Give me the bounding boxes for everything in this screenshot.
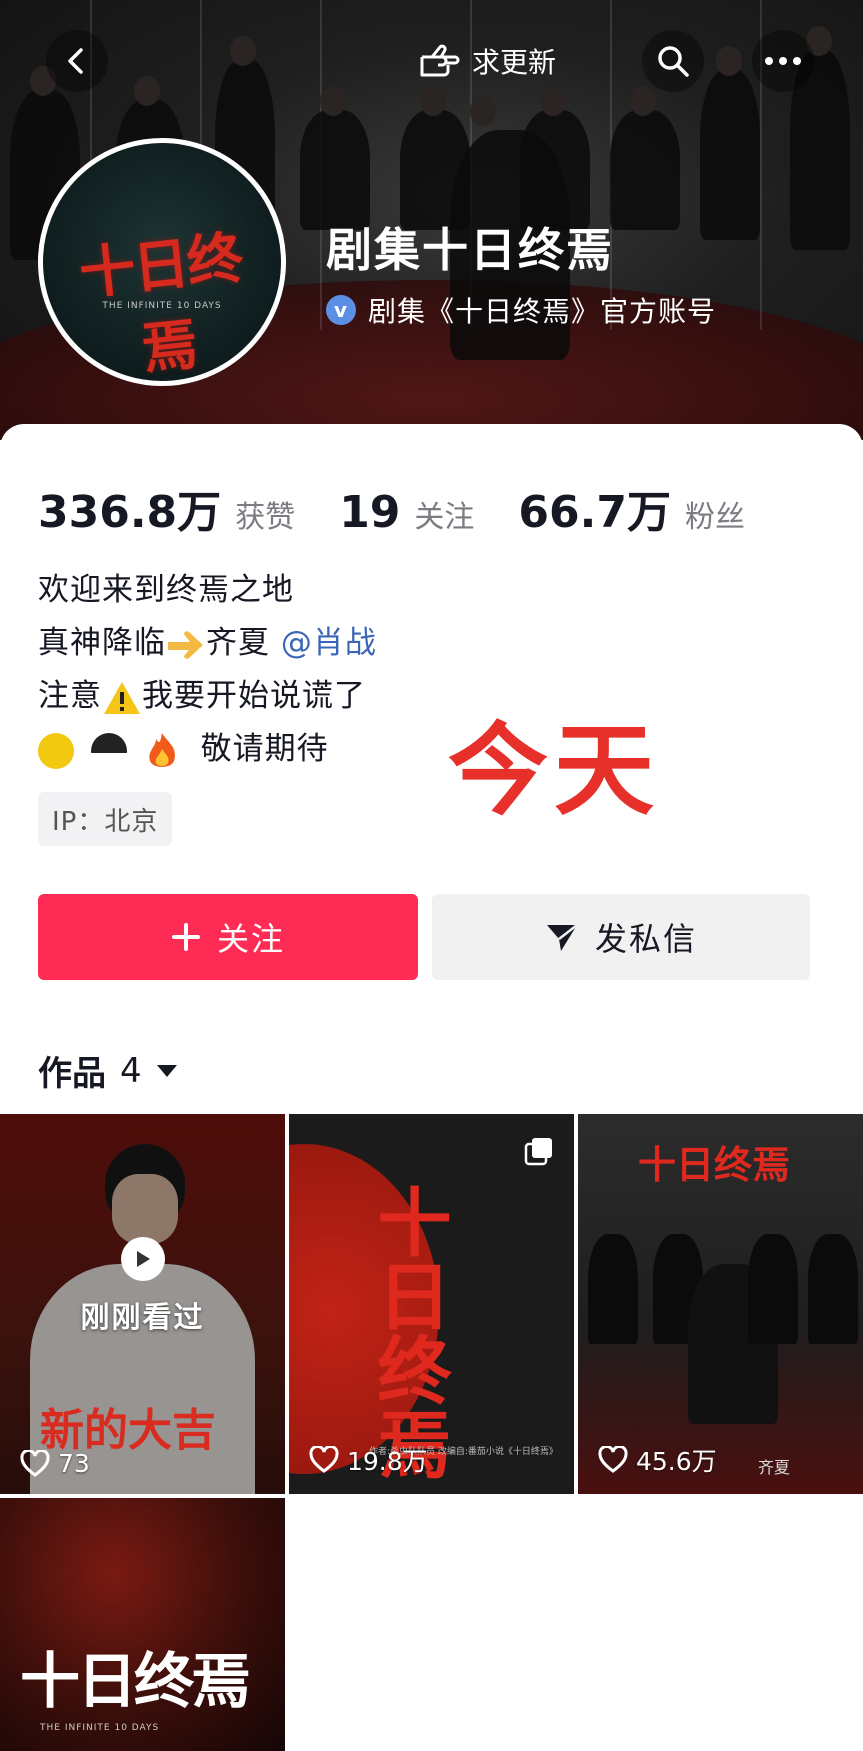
followers-count[interactable]: 66.7万 (518, 476, 671, 540)
send-icon (546, 924, 578, 951)
likes-count: 336.8万 (38, 487, 222, 538)
works-tab[interactable]: 作品 4 (38, 1046, 178, 1095)
tile-like-value: 19.8万 (347, 1447, 428, 1476)
pointing-right-emoji-icon (168, 630, 203, 659)
following-count[interactable]: 19 (339, 487, 400, 538)
bio-text: 真神降临 (38, 625, 166, 661)
message-label: 发私信 (594, 920, 697, 958)
more-button[interactable] (752, 30, 814, 92)
tile-title: 十日终焉 (365, 1184, 451, 1480)
tile-title: 十日终焉 (20, 1647, 251, 1717)
multi-image-icon (524, 1138, 552, 1166)
tile-like-count: 19.8万 (309, 1442, 428, 1478)
avatar[interactable]: 十日终焉 THE INFINITE 10 DAYS (38, 138, 286, 386)
cover-figure-head (470, 96, 496, 126)
back-button[interactable] (46, 30, 108, 92)
tile-figure (808, 1234, 858, 1344)
verified-icon: v (326, 295, 356, 325)
tile-figure (748, 1234, 798, 1344)
play-icon (121, 1237, 165, 1281)
profile-name: 剧集十日终焉 (326, 223, 614, 277)
following-label[interactable]: 关注 (414, 492, 474, 536)
tile-like-count: 45.6万 (598, 1442, 717, 1478)
work-tile[interactable]: 十日终焉 齐夏 45.6万 (578, 1114, 863, 1494)
request-update-label: 求更新 (472, 46, 557, 79)
heart-icon (598, 1446, 628, 1473)
plus-icon (171, 923, 200, 951)
bio-line: 真神降临 齐夏 @肖战 (38, 617, 377, 670)
fire-emoji-icon (149, 732, 175, 767)
search-button[interactable] (642, 30, 704, 92)
bio-text: 敬请期待 (200, 731, 329, 767)
overlay-annotation-text: 今天 (448, 712, 660, 829)
tile-figure (588, 1234, 638, 1344)
bio: 欢迎来到终焉之地 真神降临 齐夏 @肖战 注意 我要开始说谎了 敬请期待 (38, 564, 377, 776)
cover-figure (610, 110, 680, 230)
more-icon (765, 57, 801, 65)
work-tile[interactable]: 十日终焉 作者:杀虫队队员 改编自:番茄小说《十日终焉》 19.8万 (289, 1114, 574, 1494)
ip-location-tag: IP：北京 (38, 792, 173, 846)
pointing-hand-icon (420, 44, 460, 77)
followers-label[interactable]: 粉丝 (685, 492, 745, 536)
tile-title: 十日终焉 (638, 1142, 791, 1187)
search-icon (658, 46, 689, 77)
work-tile[interactable]: 十日终焉 THE INFINITE 10 DAYS (0, 1498, 285, 1751)
avatar-logo-text: 十日终焉 (76, 224, 245, 383)
verification-text: 剧集《十日终焉》官方账号 (368, 295, 717, 328)
heart-icon (309, 1446, 339, 1473)
follow-label: 关注 (216, 920, 285, 958)
follow-button[interactable]: 关注 (38, 894, 418, 980)
tile-like-value: 45.6万 (636, 1447, 717, 1476)
message-button[interactable]: 发私信 (432, 894, 810, 980)
lemon-emoji-icon (38, 732, 74, 769)
top-bar: 求更新 (0, 30, 863, 100)
caret-down-icon (156, 1064, 177, 1077)
chevron-left-icon (68, 48, 83, 74)
recently-watched-label: 刚刚看过 (80, 1300, 205, 1334)
work-tile[interactable]: 新的大吉 刚刚看过 73 (0, 1114, 285, 1494)
request-update-button[interactable]: 求更新 (400, 30, 574, 92)
stats-row: 336.8万 获赞 19 关注 66.7万 粉丝 (38, 476, 789, 540)
profile-card: 336.8万 获赞 19 关注 66.7万 粉丝 欢迎来到终焉之地 真神降临 齐夏… (0, 424, 863, 1751)
likes-label: 获赞 (235, 500, 296, 535)
bio-line: 欢迎来到终焉之地 (38, 572, 294, 608)
bio-line: 注意 我要开始说谎了 (38, 670, 377, 723)
bio-text: 注意 (38, 678, 102, 714)
mention-link[interactable]: @肖战 (281, 625, 377, 661)
tile-like-value: 73 (58, 1449, 90, 1478)
heart-icon (20, 1449, 50, 1477)
works-count: 4 (120, 1050, 142, 1091)
penguin-emoji-icon (90, 732, 127, 769)
cover-figure (520, 110, 590, 230)
tile-caption: 齐夏 (758, 1458, 791, 1477)
warning-emoji-icon (104, 681, 140, 714)
bio-text: 齐夏 (206, 625, 270, 661)
tile-subtitle: THE INFINITE 10 DAYS (40, 1723, 160, 1733)
cover-figure (300, 110, 370, 230)
bio-line: 敬请期待 (38, 723, 377, 776)
tile-like-count: 73 (20, 1449, 90, 1478)
bio-text: 我要开始说谎了 (142, 678, 366, 714)
avatar-logo-subtitle: THE INFINITE 10 DAYS (102, 301, 222, 311)
verification-row: v 剧集《十日终焉》官方账号 (326, 290, 716, 330)
works-tab-label: 作品 (38, 1054, 106, 1094)
